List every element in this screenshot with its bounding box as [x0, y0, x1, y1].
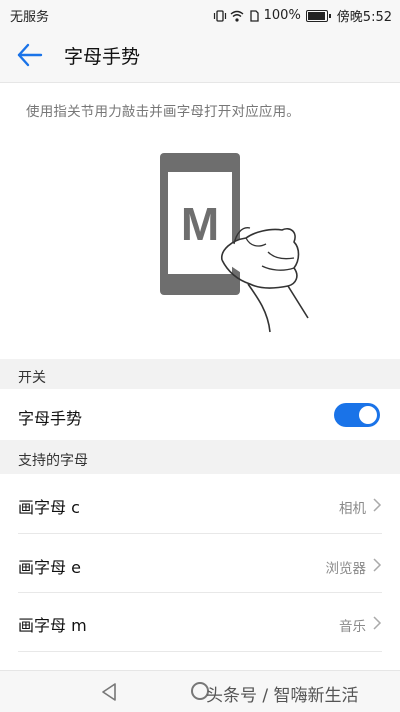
- status-bar: 无服务 100% 傍晚5:52: [0, 0, 400, 28]
- chevron-right-icon: [373, 558, 382, 572]
- letter-row-app: 音乐: [339, 619, 366, 635]
- letter-row-label: 画字母 e: [18, 558, 81, 577]
- toggle-label: 字母手势: [18, 409, 83, 428]
- section-title: 开关: [18, 370, 46, 386]
- letter-row-app: 浏览器: [325, 561, 367, 577]
- sim-icon: [249, 9, 259, 22]
- letter-row-e[interactable]: 画字母 e 浏览器: [0, 534, 400, 592]
- arrow-left-icon[interactable]: [14, 41, 44, 69]
- nav-back-icon[interactable]: [101, 683, 117, 701]
- section-header-letters: 支持的字母: [0, 440, 400, 474]
- letter-row-c[interactable]: 画字母 c 相机: [0, 474, 400, 533]
- app-bar: 字母手势: [0, 28, 400, 83]
- letter-row-app: 相机: [339, 501, 366, 517]
- status-time: 傍晚5:52: [336, 10, 392, 25]
- status-icons: 100% 傍晚5:52: [213, 6, 392, 25]
- illustration-letter: M: [181, 198, 219, 250]
- battery-icon: [305, 9, 331, 22]
- page-title: 字母手势: [64, 46, 141, 68]
- letter-row-label: 画字母 m: [18, 616, 87, 635]
- knuckle-gesture-illustration: M: [160, 153, 309, 333]
- section-header-switch: 开关: [0, 359, 400, 389]
- carrier-label: 无服务: [10, 10, 50, 25]
- row-divider: [18, 651, 382, 652]
- description-text: 使用指关节用力敲击并画字母打开对应应用。: [26, 104, 300, 120]
- chevron-right-icon: [373, 616, 382, 630]
- letter-gesture-switch[interactable]: [334, 403, 380, 427]
- vibrate-icon: [213, 9, 226, 22]
- letter-row-label: 画字母 c: [18, 498, 80, 517]
- wifi-icon: [230, 10, 244, 22]
- section-title: 支持的字母: [18, 453, 88, 469]
- battery-percent: 100%: [263, 8, 301, 23]
- letter-row-m[interactable]: 画字母 m 音乐: [0, 593, 400, 651]
- letter-gesture-toggle-row[interactable]: 字母手势: [0, 389, 400, 440]
- chevron-right-icon: [373, 498, 382, 512]
- navigation-bar: 头条号 / 智嗨新生活: [0, 670, 400, 712]
- watermark-text: 头条号 / 智嗨新生活: [206, 686, 359, 706]
- switch-knob: [359, 406, 377, 424]
